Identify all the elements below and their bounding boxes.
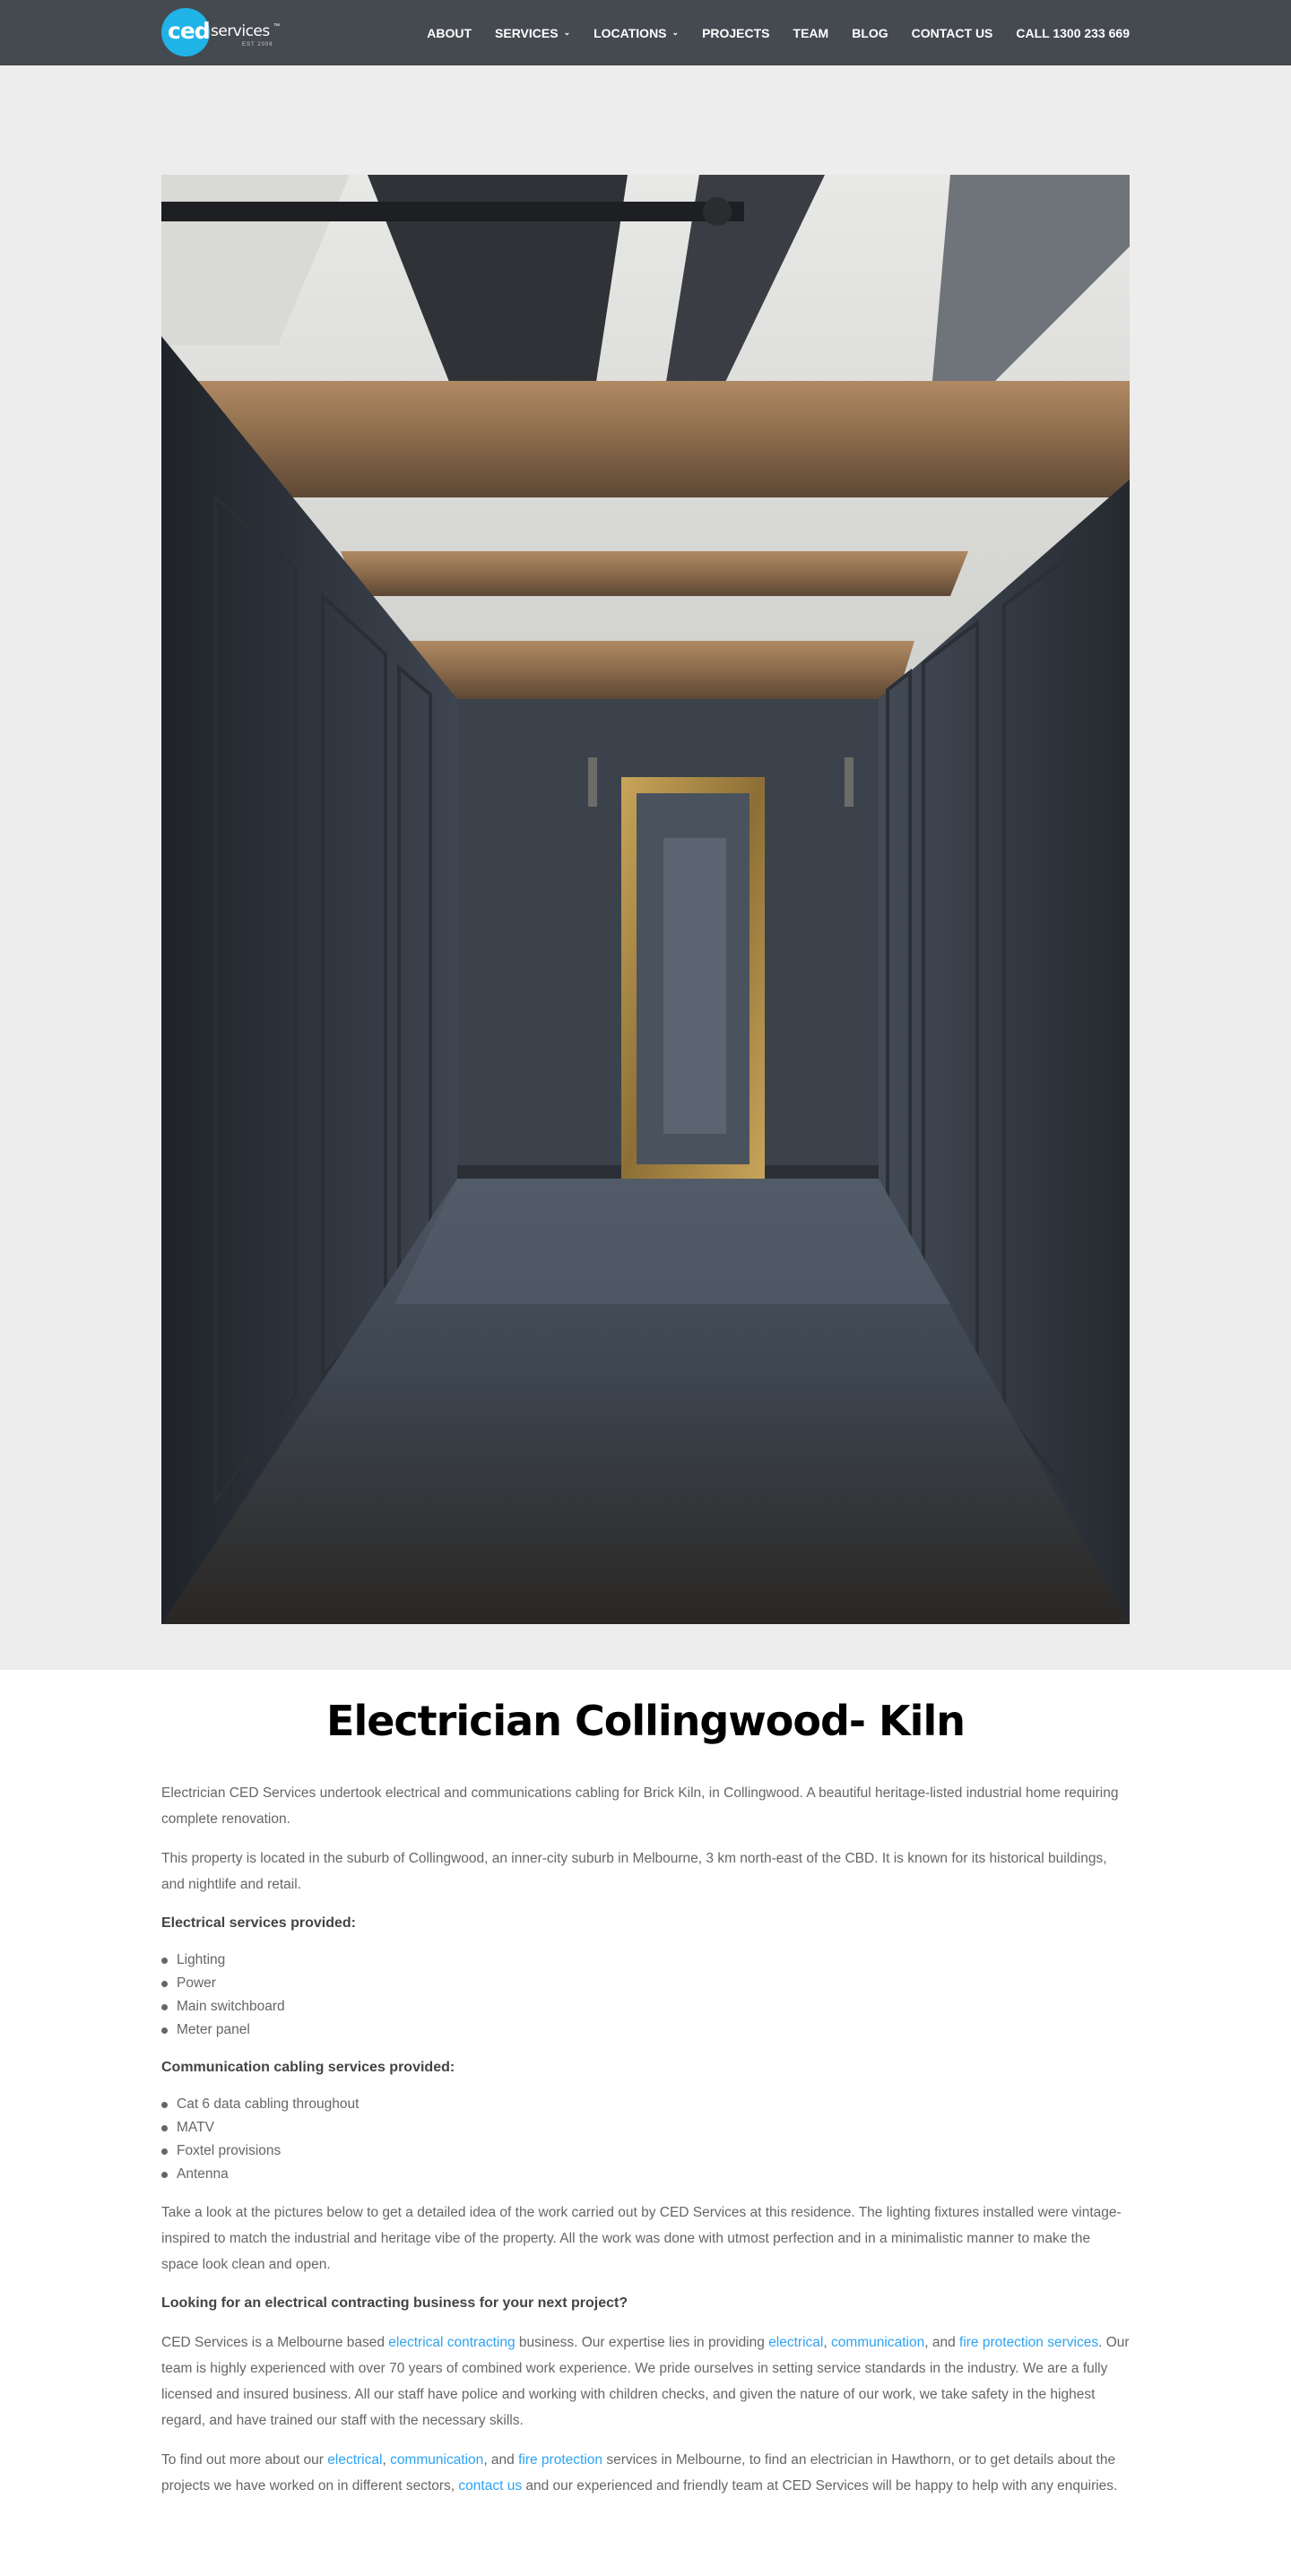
electrical-link[interactable]: electrical xyxy=(327,2452,382,2468)
list-item-text: Power xyxy=(177,1975,216,1991)
nav-item-blog[interactable]: BLOG xyxy=(852,26,888,40)
logo-tm: ™ xyxy=(273,23,280,30)
text-run: , and xyxy=(924,2335,960,2350)
electrical-services-heading: Electrical services provided: xyxy=(161,1915,356,1931)
nav-label: BLOG xyxy=(852,25,888,40)
contact-us-link[interactable]: contact us xyxy=(458,2478,522,2494)
text-run: , xyxy=(823,2335,831,2350)
electrical-contracting-link[interactable]: electrical contracting xyxy=(388,2335,515,2350)
communication-link[interactable]: communication xyxy=(390,2452,483,2468)
nav-label: CONTACT US xyxy=(911,25,993,40)
chevron-down-icon: ⌄ xyxy=(563,28,571,37)
nav-item-services[interactable]: SERVICES ⌄ xyxy=(495,26,570,40)
intro-paragraph: Electrician CED Services undertook elect… xyxy=(161,1785,1119,1827)
text-run: business. Our expertise lies in providin… xyxy=(515,2335,769,2350)
nav-item-locations[interactable]: LOCATIONS ⌄ xyxy=(594,26,679,40)
communication-link[interactable]: communication xyxy=(831,2335,924,2350)
nav-item-about[interactable]: ABOUT xyxy=(427,26,472,40)
logo-subtitle: EST 2006 xyxy=(242,42,273,48)
project-photo-corridor xyxy=(161,175,1130,1624)
bullet-icon xyxy=(161,2148,168,2155)
nav-item-team[interactable]: TEAM xyxy=(793,26,829,40)
list-item-text: Cat 6 data cabling throughout xyxy=(177,2096,360,2112)
list-item-text: Antenna xyxy=(177,2166,229,2182)
list-item: Lighting xyxy=(161,1949,1130,1972)
electrical-link[interactable]: electrical xyxy=(768,2335,823,2350)
list-item: Cat 6 data cabling throughout xyxy=(161,2093,1130,2116)
site-header: ced services ™ EST 2006 ABOUT SERVICES ⌄ … xyxy=(0,0,1291,65)
nav-label: CALL 1300 233 669 xyxy=(1016,25,1130,40)
list-item: Power xyxy=(161,1972,1130,1995)
list-item-text: Main switchboard xyxy=(177,1999,285,2014)
list-item: Antenna xyxy=(161,2163,1130,2186)
nav-label: TEAM xyxy=(793,25,829,40)
bullet-icon xyxy=(161,2027,168,2034)
corridor-illustration xyxy=(161,175,1130,1624)
text-run: , and xyxy=(483,2452,519,2468)
chevron-down-icon: ⌄ xyxy=(671,28,680,37)
nav-label: SERVICES xyxy=(495,25,559,40)
contact-paragraph: To find out more about our electrical, c… xyxy=(161,2447,1130,2499)
list-item: MATV xyxy=(161,2116,1130,2139)
electrical-services-list: Lighting Power Main switchboard Meter pa… xyxy=(161,1949,1130,2042)
bullet-icon xyxy=(161,2124,168,2131)
list-item-text: Meter panel xyxy=(177,2022,250,2037)
about-paragraph: CED Services is a Melbourne based electr… xyxy=(161,2330,1130,2433)
logo-services-text: services xyxy=(211,22,270,40)
nav-item-projects[interactable]: PROJECTS xyxy=(702,26,769,40)
logo-ced-text: ced xyxy=(168,18,211,44)
nav-item-call[interactable]: CALL 1300 233 669 xyxy=(1016,26,1130,40)
cta-heading: Looking for an electrical contracting bu… xyxy=(161,2295,628,2311)
list-item: Main switchboard xyxy=(161,1995,1130,2018)
nav-label: PROJECTS xyxy=(702,25,770,40)
bullet-icon xyxy=(161,2101,168,2108)
text-run: , xyxy=(382,2452,391,2468)
bullet-icon xyxy=(161,2003,168,2010)
page-title: Electrician Collingwood- Kiln xyxy=(326,1697,966,1745)
list-item: Meter panel xyxy=(161,2018,1130,2042)
text-run: and our experienced and friendly team at… xyxy=(522,2478,1118,2494)
project-content: Electrician Collingwood- Kiln Electricia… xyxy=(161,1670,1130,2499)
nav-label: ABOUT xyxy=(427,25,472,40)
nav-item-contact-us[interactable]: CONTACT US xyxy=(912,26,993,40)
nav-label: LOCATIONS xyxy=(594,25,667,40)
text-run: To find out more about our xyxy=(161,2452,328,2468)
hero-section xyxy=(0,65,1291,1670)
main-nav: ABOUT SERVICES ⌄ LOCATIONS ⌄ PROJECTS TEAM… xyxy=(403,0,1130,65)
list-item-text: Lighting xyxy=(177,1952,226,1967)
communication-services-list: Cat 6 data cabling throughout MATV Foxte… xyxy=(161,2093,1130,2186)
text-run: CED Services is a Melbourne based xyxy=(161,2335,389,2350)
bullet-icon xyxy=(161,1957,168,1964)
bullet-icon xyxy=(161,2171,168,2178)
location-paragraph: This property is located in the suburb o… xyxy=(161,1851,1107,1892)
fire-protection-link[interactable]: fire protection xyxy=(518,2452,602,2468)
fire-protection-services-link[interactable]: fire protection services xyxy=(959,2335,1098,2350)
ced-services-logo[interactable]: ced services ™ EST 2006 xyxy=(161,8,287,56)
list-item: Foxtel provisions xyxy=(161,2139,1130,2163)
list-item-text: Foxtel provisions xyxy=(177,2143,282,2158)
communication-services-heading: Communication cabling services provided: xyxy=(161,2060,455,2075)
bullet-icon xyxy=(161,1980,168,1987)
list-item-text: MATV xyxy=(177,2120,214,2135)
details-paragraph: Take a look at the pictures below to get… xyxy=(161,2205,1122,2272)
